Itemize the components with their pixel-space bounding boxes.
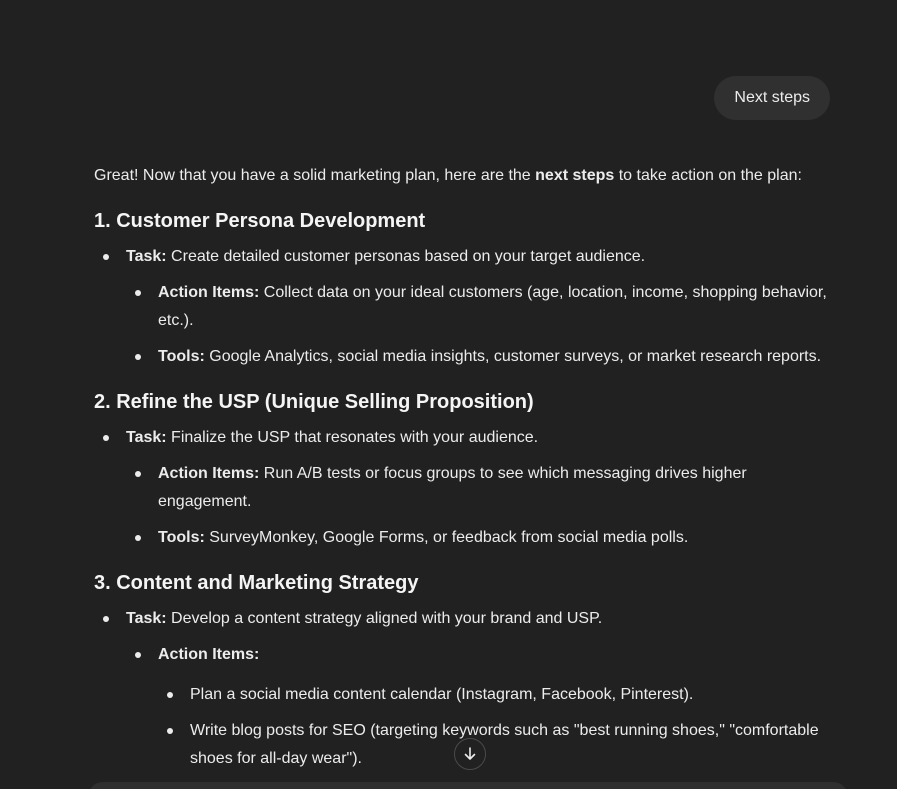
sub-item-label: Action Items: [158, 646, 260, 663]
nested-item-text: Plan a social media content calendar (In… [190, 686, 694, 703]
sub-list: Action Items: Run A/B tests or focus gro… [126, 460, 834, 552]
user-message-bubble: Next steps [714, 76, 830, 120]
chat-page: Next steps Great! Now that you have a so… [0, 0, 897, 789]
bullet-icon [135, 354, 141, 360]
assistant-reply: Great! Now that you have a solid marketi… [94, 162, 834, 781]
sub-item: Tools: Google Analytics, social media in… [126, 343, 834, 371]
task-text: Finalize the USP that resonates with you… [166, 429, 539, 446]
intro-bold-text: next steps [535, 167, 615, 184]
section-heading: 1. Customer Persona Development [94, 210, 426, 232]
sub-list: Action Items: Collect data on your ideal… [126, 279, 834, 371]
sub-item-text: Collect data on your ideal customers (ag… [158, 284, 827, 329]
section-heading: 2. Refine the USP (Unique Selling Propos… [94, 391, 534, 413]
nested-item: Plan a social media content calendar (In… [158, 681, 834, 709]
task-item: Task: Finalize the USP that resonates wi… [94, 424, 834, 552]
nested-list: Plan a social media content calendar (In… [158, 681, 834, 773]
task-text: Develop a content strategy aligned with … [166, 610, 603, 627]
bullet-icon [135, 471, 141, 477]
sub-item-label: Action Items: [158, 465, 260, 482]
sub-item: Action Items: Collect data on your ideal… [126, 279, 834, 335]
scroll-to-bottom-button[interactable] [454, 738, 486, 770]
task-item: Task: Create detailed customer personas … [94, 243, 834, 371]
task-list: Task: Finalize the USP that resonates wi… [94, 424, 834, 552]
task-text: Create detailed customer personas based … [166, 248, 646, 265]
sub-item: Tools: SurveyMonkey, Google Forms, or fe… [126, 524, 834, 552]
nested-item-text: Write blog posts for SEO (targeting keyw… [190, 722, 819, 767]
sub-item-label: Tools: [158, 529, 205, 546]
task-label: Task: [126, 248, 167, 265]
nested-item: Write blog posts for SEO (targeting keyw… [158, 717, 834, 773]
sub-item: Action Items: Run A/B tests or focus gro… [126, 460, 834, 516]
section-heading: 3. Content and Marketing Strategy [94, 572, 419, 594]
intro-text-end: to take action on the plan: [614, 167, 802, 184]
bullet-icon [103, 435, 109, 441]
bullet-icon [135, 652, 141, 658]
bullet-icon [167, 728, 173, 734]
intro-text: Great! Now that you have a solid marketi… [94, 167, 536, 184]
sub-item-text: SurveyMonkey, Google Forms, or feedback … [204, 529, 689, 546]
sub-item-text: Google Analytics, social media insights,… [204, 348, 822, 365]
task-list: Task: Create detailed customer personas … [94, 243, 834, 371]
bullet-icon [135, 290, 141, 296]
task-label: Task: [126, 429, 167, 446]
bullet-icon [103, 254, 109, 260]
reply-intro: Great! Now that you have a solid marketi… [94, 162, 834, 190]
bullet-icon [135, 535, 141, 541]
message-composer[interactable] [88, 782, 848, 789]
sub-item-label: Tools: [158, 348, 205, 365]
task-label: Task: [126, 610, 167, 627]
bullet-icon [103, 616, 109, 622]
bullet-icon [167, 692, 173, 698]
sub-item-label: Action Items: [158, 284, 260, 301]
arrow-down-icon [464, 747, 476, 760]
